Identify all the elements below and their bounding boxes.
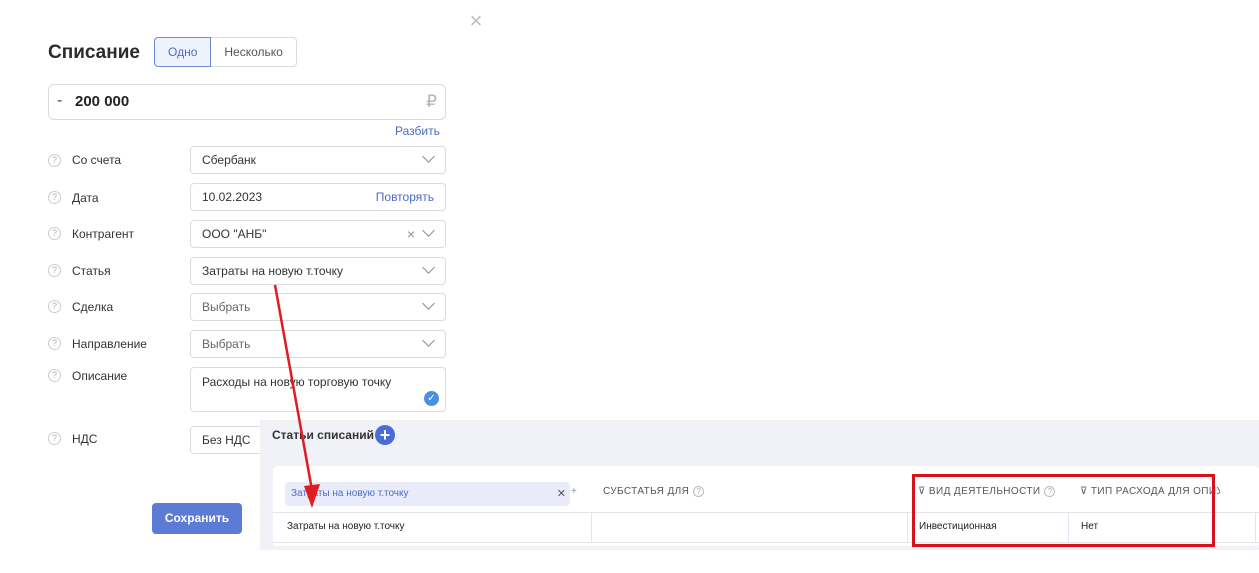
amount-sign: - [57, 92, 63, 109]
help-icon[interactable]: ? [48, 369, 61, 382]
date-label: Дата [72, 191, 99, 205]
add-article-button[interactable]: + [375, 425, 395, 445]
vat-value: Без НДС [202, 433, 251, 447]
amount-value: 200 000 [75, 93, 130, 110]
counterparty-select[interactable]: ООО "АНБ" × [190, 220, 446, 248]
chevron-down-icon [422, 297, 435, 310]
mode-single-button[interactable]: Одно [154, 37, 212, 67]
counterparty-label: Контрагент [72, 227, 135, 241]
description-value: Расходы на новую торговую точку [202, 375, 392, 389]
help-icon[interactable]: ? [48, 300, 61, 313]
chevron-down-icon [422, 334, 435, 347]
cell-article[interactable]: Затраты на новую т.точку [287, 512, 405, 542]
help-icon[interactable]: ? [48, 154, 61, 167]
chevron-down-icon [422, 150, 435, 163]
date-value: 10.02.2023 [202, 190, 263, 204]
mode-multiple-button[interactable]: Несколько [211, 37, 297, 67]
clear-icon[interactable]: × [407, 221, 415, 247]
help-icon[interactable]: ? [48, 191, 61, 204]
help-icon[interactable]: ? [48, 337, 61, 350]
account-value: Сбербанк [202, 153, 256, 167]
column-divider [907, 512, 908, 542]
save-button[interactable]: Сохранить [152, 503, 242, 534]
description-label: Описание [72, 369, 128, 383]
vat-select[interactable]: Без НДС [190, 426, 270, 454]
account-label: Со счета [72, 153, 122, 167]
deal-label: Сделка [72, 300, 114, 314]
amount-input[interactable]: - 200 000 ₽ [48, 84, 446, 120]
deal-placeholder: Выбрать [202, 300, 251, 314]
article-select[interactable]: Затраты на новую т.точку [190, 257, 446, 285]
direction-placeholder: Выбрать [202, 337, 251, 351]
plus-icon[interactable]: + [571, 486, 577, 497]
filter-chip-label: Затраты на новую т.точку [291, 488, 409, 499]
help-icon[interactable]: ? [48, 227, 61, 240]
repeat-link[interactable]: Повторять [376, 184, 434, 210]
chevron-down-icon [422, 261, 435, 274]
column-header-subarticle[interactable]: СУБСТАТЬЯ ДЛЯ? [603, 486, 705, 497]
deal-select[interactable]: Выбрать [190, 293, 446, 321]
mode-toggle: Одно Несколько [154, 37, 297, 67]
help-icon[interactable]: ? [693, 486, 705, 497]
highlight-box [912, 474, 1215, 547]
vat-label: НДС [72, 432, 98, 446]
close-icon[interactable]: ✕ [557, 482, 566, 506]
help-icon[interactable]: ? [48, 264, 61, 277]
column-divider [591, 512, 592, 542]
direction-label: Направление [72, 337, 147, 351]
screen: × Списание Одно Несколько - 200 000 ₽ Ра… [0, 0, 1259, 573]
column-header-label: СУБСТАТЬЯ ДЛЯ [603, 486, 690, 497]
chevron-down-icon [422, 224, 435, 237]
help-icon[interactable]: ? [48, 432, 61, 445]
counterparty-value: ООО "АНБ" [202, 227, 267, 241]
account-select[interactable]: Сбербанк [190, 146, 446, 174]
filter-chip[interactable]: Затраты на новую т.точку ✕ [285, 482, 570, 506]
column-divider [1255, 512, 1256, 542]
panel-title: Статьи списаний [272, 428, 374, 442]
close-icon[interactable]: × [466, 10, 486, 32]
direction-select[interactable]: Выбрать [190, 330, 446, 358]
article-value: Затраты на новую т.точку [202, 264, 343, 278]
ruble-icon: ₽ [426, 92, 437, 111]
article-label: Статья [72, 264, 111, 278]
split-link[interactable]: Разбить [395, 124, 440, 138]
date-input[interactable]: 10.02.2023 Повторять [190, 183, 446, 211]
description-textarea[interactable]: Расходы на новую торговую точку ✓ [190, 367, 446, 412]
check-icon: ✓ [424, 391, 439, 406]
dialog-title: Списание [48, 42, 140, 63]
